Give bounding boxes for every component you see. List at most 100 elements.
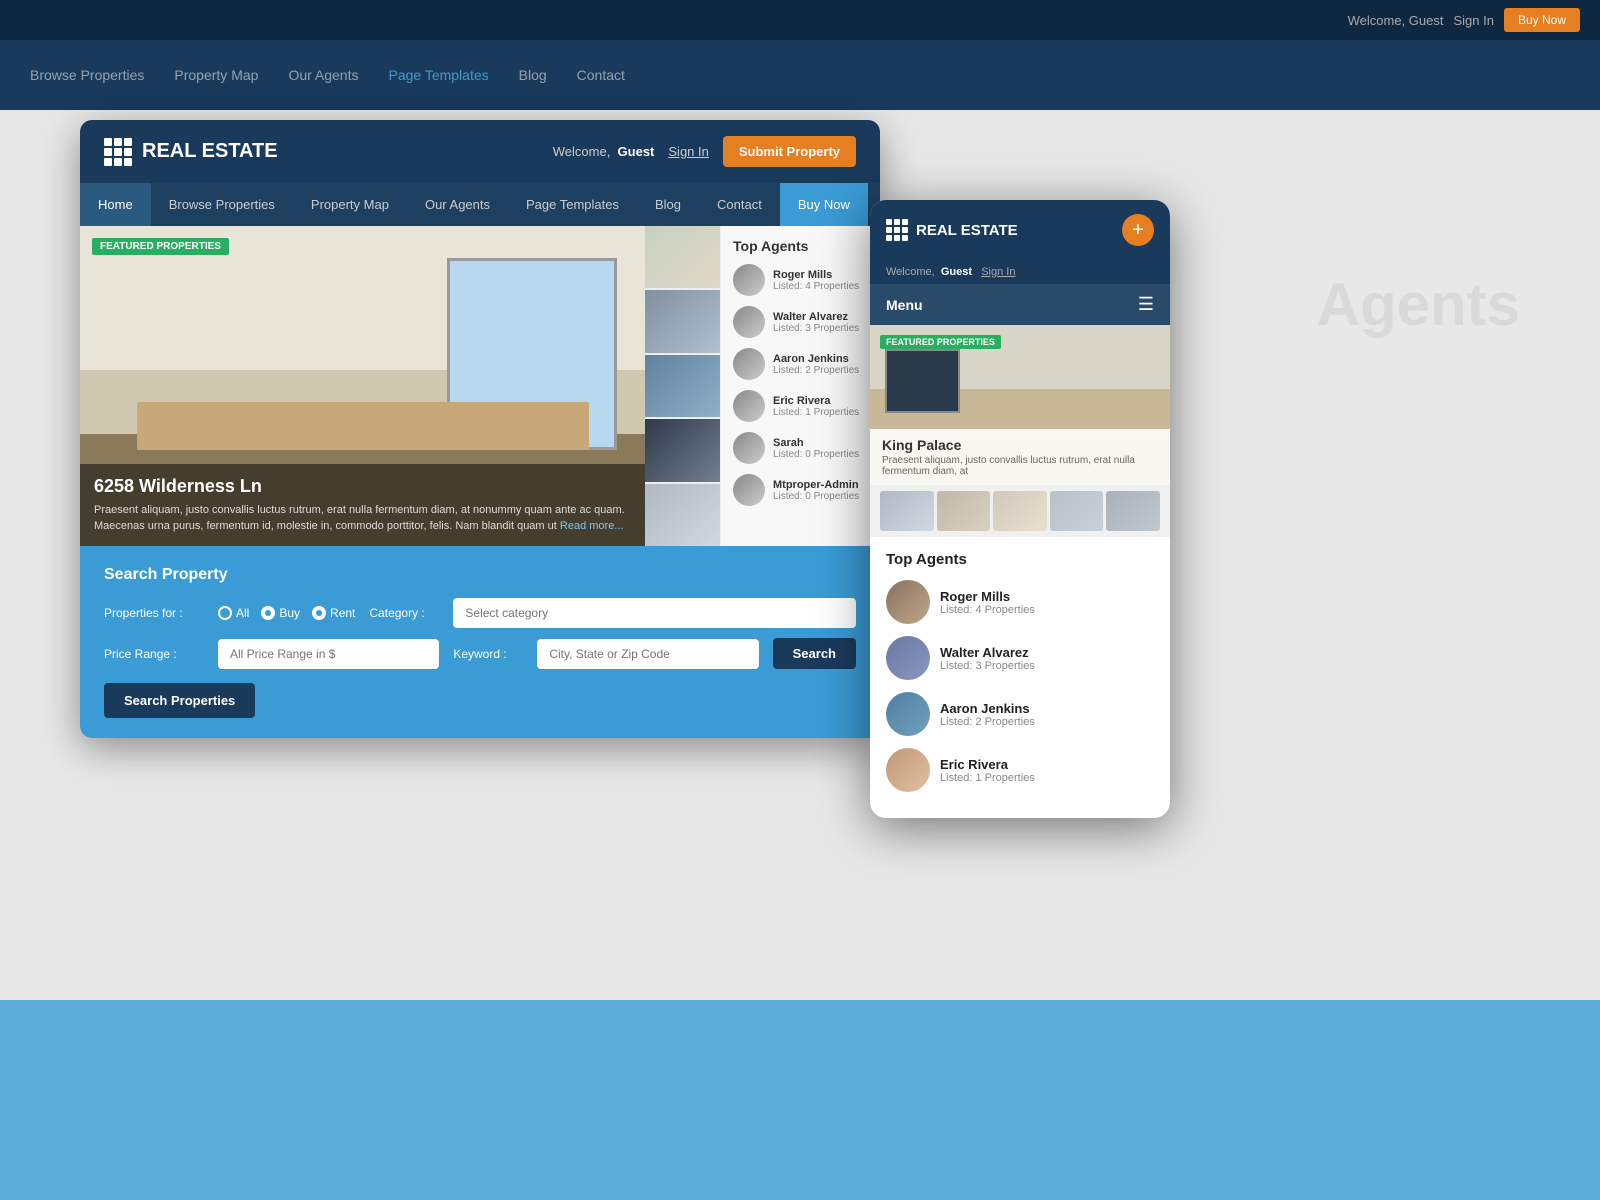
bg-topbar: Welcome, Guest Sign In Buy Now [0, 0, 1600, 40]
desktop-nav-map[interactable]: Property Map [293, 183, 407, 226]
mobile-sign-in[interactable]: Sign In [981, 266, 1015, 278]
featured-main: FEATURED PROPERTIES 6258 Wilderness Ln P… [80, 226, 880, 546]
agent-listed-roger: Listed: 4 Properties [773, 281, 868, 292]
category-input[interactable] [453, 598, 856, 628]
mobile-thumb-2[interactable] [937, 491, 991, 531]
thumbnail-4[interactable] [645, 419, 720, 481]
mobile-agent-listed-walter: Listed: 3 Properties [940, 660, 1154, 672]
mobile-agent-avatar-eric [886, 748, 930, 792]
property-type-radio-group: All Buy Rent [218, 606, 355, 620]
desktop-header-right: Welcome, Guest Sign In Submit Property [553, 136, 856, 167]
desktop-logo: REAL ESTATE [104, 138, 278, 166]
hamburger-icon[interactable]: ☰ [1138, 294, 1154, 315]
agent-name-admin: Mtproper-Admin [773, 479, 868, 491]
desktop-nav-contact[interactable]: Contact [699, 183, 780, 226]
featured-badge: FEATURED PROPERTIES [92, 238, 229, 255]
agent-name-sarah: Sarah [773, 437, 868, 449]
agent-avatar-aaron [733, 348, 765, 380]
featured-image-area: FEATURED PROPERTIES 6258 Wilderness Ln P… [80, 226, 645, 546]
mobile-agent-eric: Eric Rivera Listed: 1 Properties [886, 748, 1154, 792]
thumbnail-5[interactable] [645, 484, 720, 546]
mobile-thumb-4[interactable] [1050, 491, 1104, 531]
bg-nav-item-agents: Our Agents [288, 67, 358, 83]
bg-buy-now-button[interactable]: Buy Now [1504, 8, 1580, 32]
featured-property-title: 6258 Wilderness Ln [94, 476, 631, 497]
agent-info-aaron: Aaron Jenkins Listed: 2 Properties [773, 353, 868, 376]
properties-for-label: Properties for : [104, 606, 204, 620]
keyword-input[interactable] [537, 639, 758, 669]
agent-listed-aaron: Listed: 2 Properties [773, 365, 868, 376]
agents-title: Top Agents [733, 238, 868, 254]
desktop-nav-browse[interactable]: Browse Properties [151, 183, 293, 226]
desktop-submit-property-button[interactable]: Submit Property [723, 136, 856, 167]
mobile-agent-name-eric: Eric Rivera [940, 757, 1154, 772]
search-button[interactable]: Search [773, 638, 856, 669]
agent-listed-admin: Listed: 0 Properties [773, 491, 868, 502]
mobile-add-button[interactable]: + [1122, 214, 1154, 246]
bg-nav-item-templates: Page Templates [388, 67, 488, 83]
agent-avatar-roger [733, 264, 765, 296]
bg-nav-item-contact: Contact [577, 67, 625, 83]
mobile-property-title: King Palace [882, 437, 1158, 453]
mobile-room-artwork [885, 349, 960, 413]
radio-rent-circle [312, 606, 326, 620]
thumbnail-1[interactable] [645, 226, 720, 288]
desktop-sign-in-link[interactable]: Sign In [668, 144, 708, 159]
desktop-welcome: Welcome, Guest [553, 144, 655, 159]
read-more-link[interactable]: Read more... [560, 520, 624, 532]
mobile-welcome-bar: Welcome, Guest Sign In [870, 260, 1170, 284]
mobile-agent-info-roger: Roger Mills Listed: 4 Properties [940, 589, 1154, 616]
mobile-agents-title: Top Agents [886, 551, 1154, 568]
radio-rent[interactable]: Rent [312, 606, 355, 620]
search-properties-button[interactable]: Search Properties [104, 683, 255, 718]
desktop-guest-name: Guest [618, 144, 655, 159]
mobile-header: REAL ESTATE + [870, 200, 1170, 260]
mobile-featured-area: FEATURED PROPERTIES King Palace Praesent… [870, 325, 1170, 485]
agent-item-admin: Mtproper-Admin Listed: 0 Properties [733, 474, 868, 506]
mobile-guest-name: Guest [941, 266, 972, 278]
mobile-agent-roger: Roger Mills Listed: 4 Properties [886, 580, 1154, 624]
agent-avatar-admin [733, 474, 765, 506]
agent-item-eric: Eric Rivera Listed: 1 Properties [733, 390, 868, 422]
radio-all[interactable]: All [218, 606, 249, 620]
desktop-nav-agents[interactable]: Our Agents [407, 183, 508, 226]
thumbnail-3[interactable] [645, 355, 720, 417]
mobile-agent-listed-aaron: Listed: 2 Properties [940, 716, 1154, 728]
thumbnail-2[interactable] [645, 290, 720, 352]
desktop-nav-home[interactable]: Home [80, 183, 151, 226]
agent-item-aaron: Aaron Jenkins Listed: 2 Properties [733, 348, 868, 380]
logo-building-icon [104, 138, 132, 166]
price-range-input[interactable] [218, 639, 439, 669]
desktop-header: REAL ESTATE Welcome, Guest Sign In Submi… [80, 120, 880, 183]
agent-info-eric: Eric Rivera Listed: 1 Properties [773, 395, 868, 418]
desktop-nav-templates[interactable]: Page Templates [508, 183, 637, 226]
radio-buy[interactable]: Buy [261, 606, 300, 620]
radio-buy-circle [261, 606, 275, 620]
mobile-agent-info-walter: Walter Alvarez Listed: 3 Properties [940, 645, 1154, 672]
featured-property-area: FEATURED PROPERTIES 6258 Wilderness Ln P… [80, 226, 880, 546]
mobile-agent-walter: Walter Alvarez Listed: 3 Properties [886, 636, 1154, 680]
agent-listed-sarah: Listed: 0 Properties [773, 449, 868, 460]
bg-page-heading: Agents [1317, 270, 1520, 339]
mobile-agent-info-aaron: Aaron Jenkins Listed: 2 Properties [940, 701, 1154, 728]
mobile-agent-info-eric: Eric Rivera Listed: 1 Properties [940, 757, 1154, 784]
mobile-agent-name-aaron: Aaron Jenkins [940, 701, 1154, 716]
desktop-nav-blog[interactable]: Blog [637, 183, 699, 226]
mobile-thumb-3[interactable] [993, 491, 1047, 531]
search-row-2: Price Range : Keyword : Search [104, 638, 856, 669]
desktop-nav-buy[interactable]: Buy Now [780, 183, 868, 226]
mobile-agent-avatar-walter [886, 636, 930, 680]
bg-welcome-text: Welcome, Guest [1348, 13, 1444, 28]
mobile-thumb-1[interactable] [880, 491, 934, 531]
mobile-agent-aaron: Aaron Jenkins Listed: 2 Properties [886, 692, 1154, 736]
agent-info-sarah: Sarah Listed: 0 Properties [773, 437, 868, 460]
agent-item-walter: Walter Alvarez Listed: 3 Properties [733, 306, 868, 338]
bg-bottom-bar [0, 1000, 1600, 1200]
bg-sign-in: Sign In [1453, 13, 1493, 28]
mobile-thumb-5[interactable] [1106, 491, 1160, 531]
radio-all-circle [218, 606, 232, 620]
top-agents-panel: Top Agents Roger Mills Listed: 4 Propert… [720, 226, 880, 546]
agent-item-sarah: Sarah Listed: 0 Properties [733, 432, 868, 464]
desktop-body: FEATURED PROPERTIES 6258 Wilderness Ln P… [80, 226, 880, 546]
mobile-agent-listed-roger: Listed: 4 Properties [940, 604, 1154, 616]
